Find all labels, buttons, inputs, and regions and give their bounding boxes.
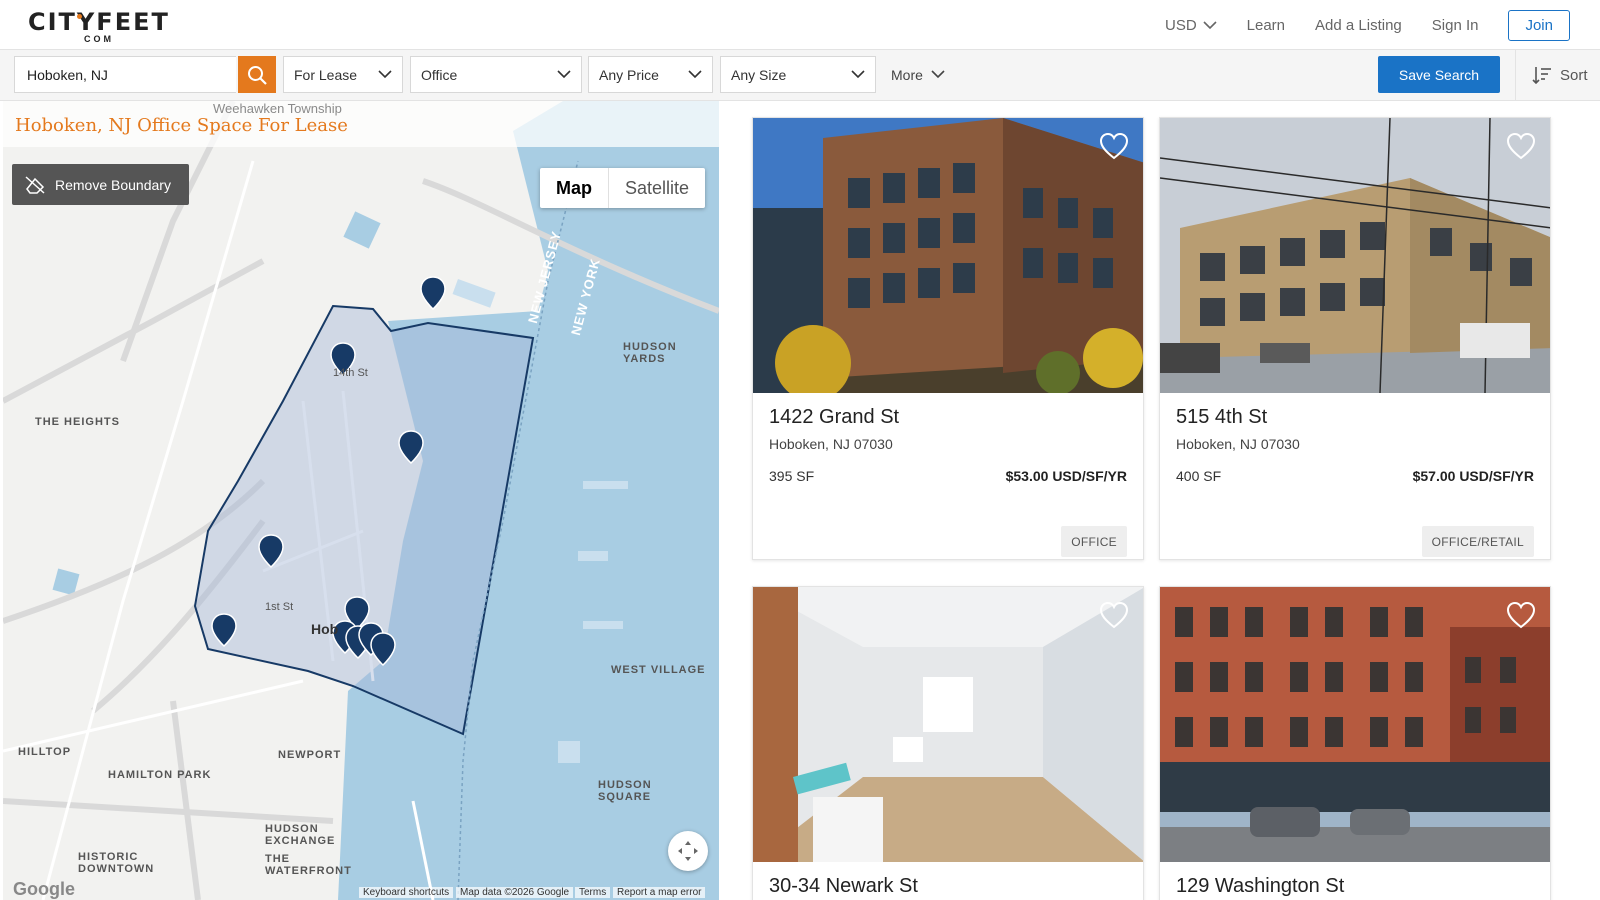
listing-price: $53.00 USD/SF/YR <box>1005 468 1127 484</box>
map-label-hudson-exchange: HUDSON EXCHANGE <box>265 823 336 847</box>
listing-card[interactable]: 30-34 Newark St <box>752 586 1144 900</box>
currency-selector[interactable]: USD <box>1165 17 1217 34</box>
more-filters-button[interactable]: More <box>891 56 945 93</box>
google-logo: Google <box>13 879 75 899</box>
listing-address[interactable]: 515 4th St <box>1176 406 1267 429</box>
lease-type-dropdown[interactable]: For Lease <box>283 56 403 93</box>
eraser-icon <box>25 175 45 194</box>
chevron-down-icon <box>688 70 702 79</box>
heart-icon[interactable] <box>1506 132 1536 160</box>
map-label-west-village: WEST VILLAGE <box>611 664 706 676</box>
property-type-dropdown[interactable]: Office <box>410 56 582 93</box>
map-label-hudson-yards: HUDSON YARDS <box>623 341 677 365</box>
listing-card[interactable]: 1422 Grand St Hoboken, NJ 07030 395 SF $… <box>752 117 1144 560</box>
building-photo <box>1160 118 1550 393</box>
remove-boundary-label: Remove Boundary <box>55 176 171 193</box>
size-dropdown[interactable]: Any Size <box>720 56 876 93</box>
listing-photo[interactable] <box>1160 118 1550 393</box>
listing-type-badge: OFFICE <box>1061 526 1127 557</box>
listing-size: 395 SF <box>769 468 815 484</box>
join-button[interactable]: Join <box>1508 9 1570 41</box>
logo-suffix: COM <box>84 34 114 44</box>
map-view[interactable]: Hoboken, NJ Office Space For Lease Remov… <box>3 101 719 900</box>
listing-photo[interactable] <box>753 118 1143 393</box>
listing-card[interactable]: 515 4th St Hoboken, NJ 07030 400 SF $57.… <box>1159 117 1551 560</box>
logo-dot <box>77 14 82 19</box>
listing-city: Hoboken, NJ 07030 <box>1176 436 1300 452</box>
map-label-weehawken: Weehawken Township <box>213 101 342 116</box>
remove-boundary-button[interactable]: Remove Boundary <box>12 164 189 205</box>
sort-icon <box>1532 67 1551 84</box>
listing-address[interactable]: 1422 Grand St <box>769 406 899 429</box>
chevron-down-icon <box>931 70 945 79</box>
listings-panel: 1422 Grand St Hoboken, NJ 07030 395 SF $… <box>719 101 1600 900</box>
currency-label: USD <box>1164 16 1197 34</box>
search-button[interactable] <box>238 56 276 93</box>
listing-city: Hoboken, NJ 07030 <box>769 436 893 452</box>
recenter-map-button[interactable] <box>668 831 708 871</box>
map-label-the-waterfront: THE WATERFRONT <box>265 853 352 877</box>
map-label-14th-st: 14th St <box>333 367 368 379</box>
sort-label: Sort <box>1560 66 1588 84</box>
map-type-satellite-button[interactable]: Satellite <box>609 168 705 208</box>
cityfeet-logo[interactable]: CITYFEET COM <box>28 8 168 44</box>
listing-card[interactable]: 129 Washington St <box>1159 586 1551 900</box>
map-label-1st-st: 1st St <box>265 601 294 613</box>
listing-size: 400 SF <box>1176 468 1222 484</box>
chevron-down-icon <box>1203 20 1217 29</box>
sort-button[interactable]: Sort <box>1515 50 1600 100</box>
chevron-down-icon <box>378 70 392 79</box>
move-arrows-icon <box>678 841 698 861</box>
lease-type-value: For Lease <box>294 66 358 83</box>
filter-bar: Hoboken, NJ For Lease Office Any Price A… <box>0 50 1600 101</box>
size-value: Any Size <box>731 66 787 83</box>
report-map-error-link[interactable]: Report a map error <box>613 887 706 898</box>
nav-sign-in-link[interactable]: Sign In <box>1432 17 1479 34</box>
building-photo <box>753 118 1143 393</box>
price-dropdown[interactable]: Any Price <box>588 56 713 93</box>
map-label-hudson-square: HUDSON SQUARE <box>598 779 652 803</box>
search-icon <box>248 65 267 85</box>
keyboard-shortcuts-link[interactable]: Keyboard shortcuts <box>359 887 454 898</box>
map-terms-link[interactable]: Terms <box>575 887 611 898</box>
chevron-down-icon <box>557 70 571 79</box>
logo-wordmark: CITYFEET <box>28 8 170 36</box>
listing-photo[interactable] <box>1160 587 1550 862</box>
map-label-hamilton-park: HAMILTON PARK <box>108 769 212 781</box>
save-search-button[interactable]: Save Search <box>1378 56 1500 93</box>
top-nav: USD Learn Add a Listing Sign In Join <box>1135 9 1570 41</box>
price-value: Any Price <box>599 66 659 83</box>
listing-price: $57.00 USD/SF/YR <box>1412 468 1534 484</box>
map-label-hoboken: Hob <box>311 621 339 637</box>
map-type-map-button[interactable]: Map <box>540 168 609 208</box>
map-label-hilltop: HILLTOP <box>18 746 72 758</box>
site-header: CITYFEET COM USD Learn Add a Listing Sig… <box>0 0 1600 50</box>
nav-learn-link[interactable]: Learn <box>1247 17 1285 34</box>
map-label-the-heights: THE HEIGHTS <box>35 416 120 428</box>
location-search-input[interactable]: Hoboken, NJ <box>14 56 236 93</box>
building-photo <box>1160 587 1550 862</box>
listing-photo[interactable] <box>753 587 1143 862</box>
heart-icon[interactable] <box>1506 601 1536 629</box>
heart-icon[interactable] <box>1099 132 1129 160</box>
interior-photo <box>753 587 1143 862</box>
map-type-toggle: Map Satellite <box>540 168 706 208</box>
listing-address[interactable]: 129 Washington St <box>1176 875 1344 898</box>
listing-type-badge: OFFICE/RETAIL <box>1421 526 1534 557</box>
nav-add-listing-link[interactable]: Add a Listing <box>1315 17 1402 34</box>
map-label-historic-downtown: HISTORIC DOWNTOWN <box>78 851 155 875</box>
map-title: Hoboken, NJ Office Space For Lease <box>15 115 348 136</box>
more-label: More <box>891 66 923 83</box>
property-type-value: Office <box>421 66 458 83</box>
map-label-newport: NEWPORT <box>278 749 342 761</box>
chevron-down-icon <box>851 70 865 79</box>
heart-icon[interactable] <box>1099 601 1129 629</box>
listing-address[interactable]: 30-34 Newark St <box>769 875 918 898</box>
map-data-attribution: Map data ©2026 Google <box>456 887 574 898</box>
